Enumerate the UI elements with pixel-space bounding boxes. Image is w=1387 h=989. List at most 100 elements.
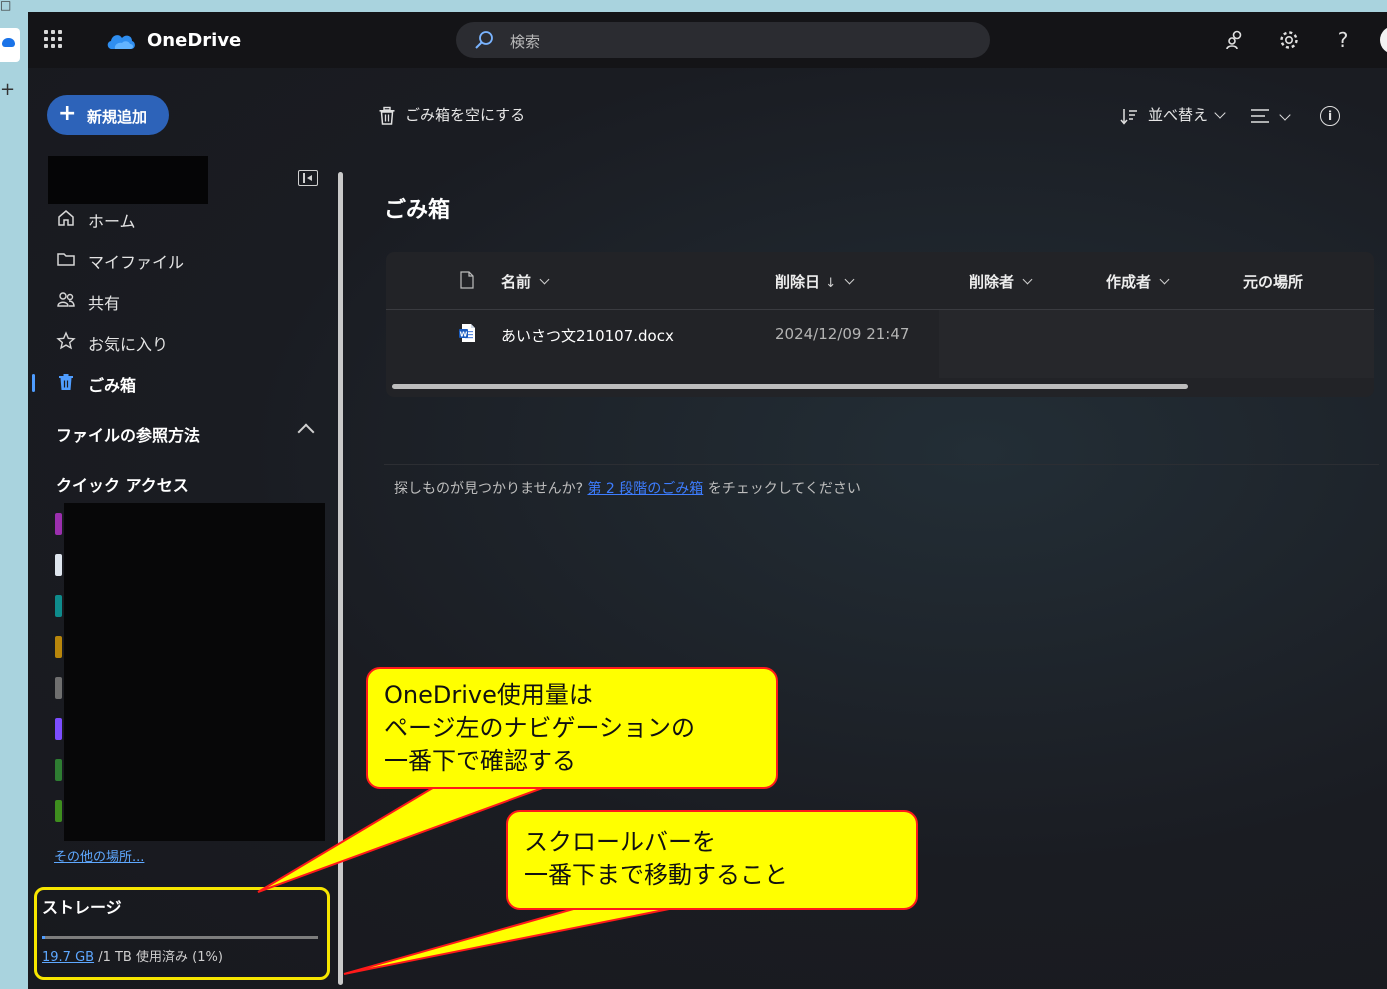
app-header: OneDrive 検索 ? — [28, 12, 1387, 68]
browse-files-heading[interactable]: ファイルの参照方法 — [56, 422, 200, 446]
browser-side-strip: □ + — [0, 0, 28, 989]
column-label: 作成者 — [1106, 273, 1152, 291]
column-header-original-location[interactable]: 元の場所 — [1243, 271, 1303, 292]
sort-desc-icon: ↓ — [825, 276, 837, 291]
file-type-icon — [460, 271, 474, 289]
onedrive-logo-icon — [107, 35, 135, 49]
storage-title: ストレージ — [42, 898, 122, 917]
collapse-nav-icon[interactable] — [298, 170, 318, 186]
storage-used-link[interactable]: 19.7 GB — [42, 950, 94, 965]
callout-line: 一番下で確認する — [384, 747, 576, 775]
sidebar-item-favorites[interactable]: お気に入り — [56, 326, 316, 356]
account-name-redacted — [48, 156, 208, 204]
chevron-down-icon[interactable] — [1279, 109, 1291, 121]
trash-icon — [59, 374, 73, 390]
chevron-down-icon — [1214, 107, 1226, 119]
annotation-callout-usage: OneDrive使用量は ページ左のナビゲーションの 一番下で確認する — [366, 667, 778, 789]
quick-access-item[interactable] — [55, 513, 62, 535]
sidebar-item-label: マイファイル — [88, 253, 185, 272]
annotation-callout-scroll: スクロールバーを 一番下まで移動すること — [506, 810, 918, 910]
callout-line: 一番下まで移動すること — [524, 861, 788, 889]
sidebar-item-label: 共有 — [88, 294, 121, 313]
folder-icon — [57, 253, 75, 266]
add-new-button[interactable]: + 新規追加 — [47, 95, 169, 135]
sidebar-item-label: ホーム — [88, 212, 136, 231]
sidebar-item-label: お気に入り — [88, 335, 169, 354]
page-title: ごみ箱 — [384, 198, 451, 223]
help-icon[interactable]: ? — [1331, 28, 1355, 52]
quick-access-item[interactable] — [55, 595, 62, 617]
sidebar-item-my-files[interactable]: マイファイル — [56, 244, 316, 274]
app-launcher-icon[interactable] — [44, 30, 66, 52]
more-places-link[interactable]: その他の場所... — [54, 846, 144, 865]
quick-access-item[interactable] — [55, 800, 62, 822]
quick-access-item[interactable] — [55, 636, 62, 658]
storage-usage-text: 19.7 GB /1 TB 使用済み (1%) — [42, 946, 223, 965]
add-tab-icon[interactable]: + — [0, 80, 15, 100]
search-input[interactable]: 検索 — [510, 31, 540, 52]
storage-usage-bar — [42, 936, 318, 939]
column-header-deleted-date[interactable]: 削除日 ↓ — [775, 271, 855, 292]
column-header-deleted-by[interactable]: 削除者 — [969, 271, 1033, 292]
quick-access-list-redacted — [64, 503, 325, 841]
sidebar-item-recycle-bin[interactable]: ごみ箱 — [56, 367, 316, 397]
plus-icon: + — [58, 101, 77, 126]
cloud-icon — [2, 38, 15, 47]
hint-text: 探しものが見つかりませんか? — [394, 481, 588, 497]
column-label: 削除者 — [969, 273, 1015, 291]
table-header: 名前 削除日 ↓ 削除者 作成者 元の場所 — [386, 252, 1374, 310]
second-stage-hint: 探しものが見つかりませんか? 第 2 段階のごみ箱 をチェックしてください — [394, 478, 861, 498]
info-icon[interactable]: i — [1320, 106, 1340, 126]
chevron-up-icon[interactable] — [297, 423, 315, 441]
storage-total-text: /1 TB 使用済み (1%) — [94, 950, 223, 965]
active-nav-indicator — [32, 374, 35, 392]
table-row[interactable]: W あいさつ文210107.docx 2024/12/09 21:47 — [386, 310, 1374, 378]
chevron-down-icon — [1022, 274, 1033, 285]
browser-top-strip — [0, 0, 1387, 12]
sidebar-item-label: ごみ箱 — [88, 376, 137, 395]
svg-text:W: W — [460, 330, 468, 338]
column-header-name[interactable]: 名前 — [501, 271, 550, 292]
search-icon — [475, 31, 493, 49]
search-box[interactable]: 検索 — [456, 22, 990, 58]
sidebar-item-shared[interactable]: 共有 — [56, 285, 316, 315]
empty-recycle-bin-label: ごみ箱を空にする — [405, 106, 526, 124]
home-icon — [58, 210, 74, 226]
callout-line: スクロールバーを — [524, 828, 716, 856]
sidebar-item-home[interactable]: ホーム — [56, 203, 316, 233]
column-label: 削除日 — [775, 273, 821, 291]
gear-icon[interactable] — [1277, 28, 1301, 52]
second-stage-recycle-bin-link[interactable]: 第 2 段階のごみ箱 — [587, 481, 703, 497]
content-divider — [384, 464, 1379, 465]
view-options-icon[interactable] — [1250, 108, 1270, 124]
row-cell-background — [939, 310, 1374, 378]
deleted-date: 2024/12/09 21:47 — [775, 325, 910, 343]
chevron-down-icon — [1159, 274, 1170, 285]
hint-text: をチェックしてください — [703, 481, 861, 497]
sidebar-scrollbar[interactable] — [338, 172, 343, 985]
table-horizontal-scrollbar[interactable] — [392, 384, 1188, 389]
file-name[interactable]: あいさつ文210107.docx — [501, 325, 674, 346]
column-label: 名前 — [501, 273, 532, 291]
quick-access-item[interactable] — [55, 677, 62, 699]
brand-name[interactable]: OneDrive — [147, 30, 241, 51]
column-header-created-by[interactable]: 作成者 — [1106, 271, 1170, 292]
callout-line: ページ左のナビゲーションの — [384, 714, 696, 742]
quick-access-item[interactable] — [55, 718, 62, 740]
trash-outline-icon — [379, 106, 395, 125]
share-people-icon[interactable] — [1223, 28, 1247, 52]
avatar[interactable] — [1380, 26, 1387, 54]
quick-access-item[interactable] — [55, 554, 62, 576]
star-icon — [56, 331, 76, 350]
sort-icon — [1120, 109, 1137, 125]
chevron-down-icon — [539, 274, 550, 285]
quick-access-heading: クイック アクセス — [56, 476, 189, 495]
quick-access-item[interactable] — [55, 759, 62, 781]
sort-label: 並べ替え — [1148, 106, 1209, 124]
callout-line: OneDrive使用量は — [384, 681, 593, 709]
chevron-down-icon — [844, 274, 855, 285]
window-corner-icon: □ — [0, 0, 12, 12]
storage-usage-fill — [42, 936, 45, 939]
people-icon — [57, 292, 75, 307]
recycle-bin-table: 名前 削除日 ↓ 削除者 作成者 元の場所 W あいさつ文210107.docx… — [386, 252, 1374, 397]
